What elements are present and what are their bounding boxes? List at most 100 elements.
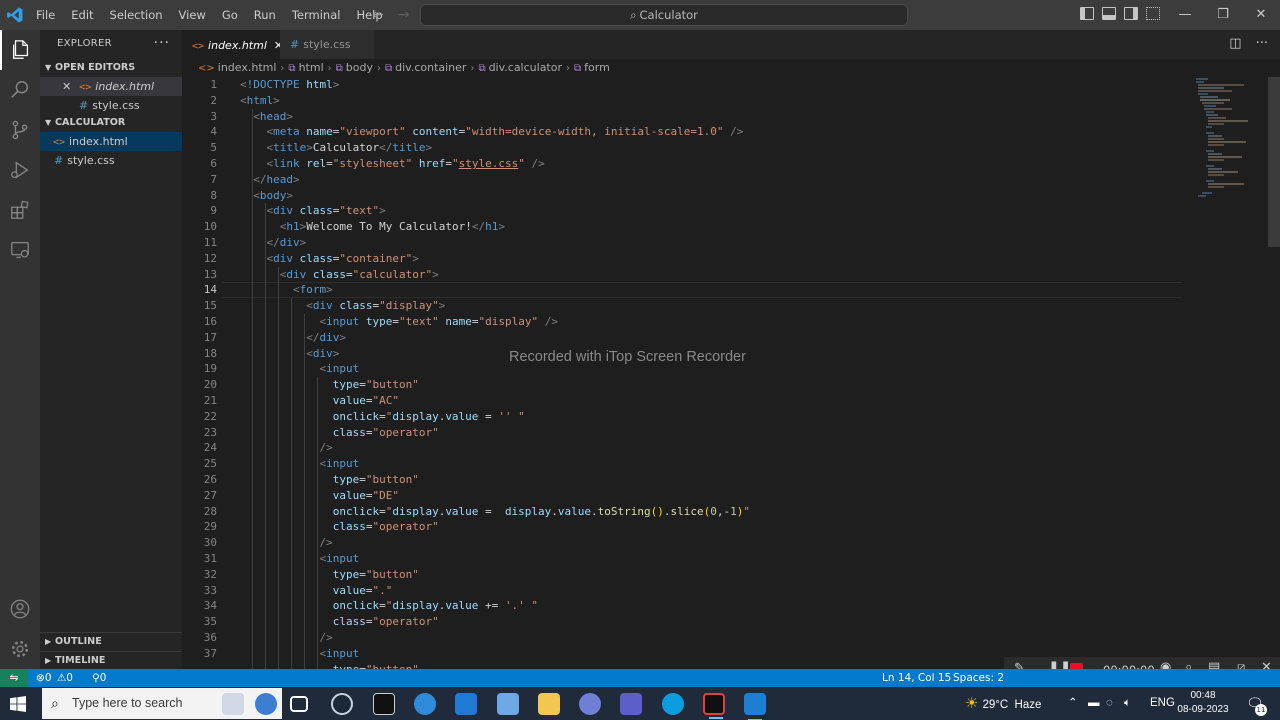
file-explorer-icon[interactable] [538, 693, 560, 715]
indentation[interactable]: Spaces: 2 [953, 669, 1004, 687]
open-editor-index-html[interactable]: ✕ <> index.html [40, 77, 182, 96]
breadcrumb-item[interactable]: body [346, 61, 373, 74]
command-center-search[interactable]: ⌕ Calculator [420, 4, 908, 26]
scrollbar-thumb[interactable] [1268, 77, 1280, 247]
open-editor-style-css[interactable]: # style.css [40, 96, 182, 115]
menu-file[interactable]: File [28, 0, 63, 30]
line-number-gutter: 1 2 3 4 5 6 7 8 9 10 11 12 13 14 15 16 17 18 19 20 21 22 23 24 2… [182, 77, 222, 669]
copilot-icon[interactable] [255, 693, 277, 715]
app-icon[interactable] [579, 693, 601, 715]
chevron-right-icon: ▶ [45, 637, 52, 646]
vscode-taskbar-icon[interactable] [744, 693, 766, 720]
paint-icon[interactable] [497, 693, 519, 715]
taskbar-search-placeholder: Type here to search [72, 696, 183, 710]
steam-icon[interactable] [331, 693, 353, 715]
editor-scrollbar[interactable] [1268, 77, 1280, 669]
line-number: 6 [210, 157, 217, 170]
breadcrumb-item[interactable]: index.html [218, 61, 277, 74]
explorer-title: EXPLORER [57, 38, 112, 49]
menu-selection[interactable]: Selection [102, 0, 171, 30]
file-index-html[interactable]: <> index.html [40, 132, 182, 151]
code-area[interactable]: <!DOCTYPE html> <html> <head> <meta name… [240, 77, 1190, 678]
cursor-position[interactable]: Ln 14, Col 15 [882, 669, 951, 687]
code-line: <div> [306, 346, 340, 360]
code-editor[interactable]: 1 2 3 4 5 6 7 8 9 10 11 12 13 14 15 16 17 18 19 20 21 22 23 24 2… [182, 77, 1280, 678]
tab-style-css[interactable]: # style.css [280, 30, 374, 59]
explorer-activity[interactable] [0, 30, 40, 70]
tray-overflow-icon[interactable]: ⌃ [1068, 687, 1078, 720]
run-debug-activity[interactable] [0, 150, 40, 190]
search-highlight-icon[interactable] [222, 693, 244, 715]
menu-view[interactable]: View [171, 0, 214, 30]
extensions-activity[interactable] [0, 190, 40, 230]
line-number: 13 [203, 267, 217, 281]
line-number: 28 [203, 504, 217, 518]
minimize-icon[interactable]: — [1166, 0, 1204, 30]
menu-edit[interactable]: Edit [63, 0, 101, 30]
chevron-down-icon: ▼ [45, 63, 52, 72]
problems-indicator[interactable]: ⊗0 ⚠0 [36, 669, 73, 687]
timeline-label: TIMELINE [55, 655, 106, 666]
remote-explorer-activity[interactable] [0, 230, 40, 270]
menu-bar: File Edit Selection View Go Run Terminal… [28, 0, 391, 30]
mail-icon[interactable] [455, 693, 477, 715]
teams-icon[interactable] [620, 693, 642, 715]
back-arrow-icon[interactable]: ← [372, 7, 384, 23]
menu-go[interactable]: Go [214, 0, 246, 30]
error-count: 0 [44, 672, 52, 684]
source-control-activity[interactable] [0, 110, 40, 150]
code-line: </div> [266, 236, 307, 249]
more-actions-icon[interactable]: ··· [1256, 36, 1268, 51]
tab-index-html[interactable]: <> index.html ✕ [182, 30, 283, 59]
calculator-folder-section[interactable]: ▼ CALCULATOR [40, 114, 182, 132]
outline-section[interactable]: ▶ OUTLINE [40, 632, 182, 650]
skype-icon[interactable] [662, 693, 684, 715]
breadcrumb-item[interactable]: html [299, 61, 324, 74]
line-number: 22 [203, 409, 217, 423]
code-line: value="." [332, 583, 393, 597]
edge-browser-icon[interactable] [414, 693, 436, 715]
volume-icon[interactable]: 🔈︎ [1124, 687, 1131, 720]
close-window-icon[interactable]: ✕ [1242, 0, 1280, 30]
element-icon: ⧉ [478, 63, 486, 74]
taskbar-search-box[interactable]: ⌕ Type here to search [42, 688, 282, 719]
forward-arrow-icon[interactable]: → [398, 7, 410, 23]
split-editor-icon[interactable]: ◫ [1229, 36, 1241, 51]
timeline-section[interactable]: ▶ TIMELINE [40, 651, 182, 669]
line-number: 23 [203, 425, 217, 439]
system-clock[interactable]: 00:48 08-09-2023 [1172, 689, 1234, 717]
weather-widget[interactable]: ☀ 29°C Haze [965, 687, 1041, 720]
breadcrumb-item[interactable]: div.container [395, 61, 466, 74]
accounts-activity[interactable] [0, 589, 40, 629]
breadcrumb-item[interactable]: div.calculator [489, 61, 562, 74]
code-line: onclick="display.value = '' " [332, 409, 525, 423]
manage-activity[interactable] [0, 629, 40, 669]
screen-recorder-icon[interactable] [703, 693, 725, 719]
network-icon[interactable]: ◌ [1106, 687, 1113, 720]
open-editor-label: index.html [95, 80, 155, 93]
search-activity[interactable] [0, 70, 40, 110]
epic-games-icon[interactable] [373, 693, 395, 715]
close-icon[interactable]: ✕ [62, 80, 71, 93]
menu-run[interactable]: Run [246, 0, 284, 30]
toggle-secondary-sidebar-icon[interactable] [1124, 7, 1138, 20]
minimap[interactable] [1194, 77, 1270, 207]
menu-terminal[interactable]: Terminal [284, 0, 349, 30]
tray-icon[interactable]: ▬ [1088, 687, 1100, 720]
task-view-icon[interactable] [290, 696, 308, 712]
more-actions-icon[interactable]: ··· [154, 35, 170, 51]
restore-icon[interactable]: ❐ [1204, 0, 1242, 30]
windows-start-icon[interactable] [10, 696, 26, 712]
toggle-panel-icon[interactable] [1102, 7, 1116, 20]
customize-layout-icon[interactable] [1146, 7, 1160, 20]
sun-icon: ☀ [965, 695, 979, 712]
ports-indicator[interactable]: ⚲0 [92, 669, 106, 687]
toggle-primary-sidebar-icon[interactable] [1080, 7, 1094, 20]
remote-indicator-icon[interactable]: ⇋ [0, 669, 28, 687]
line-number: 37 [203, 646, 217, 660]
breadcrumb-item[interactable]: form [584, 61, 610, 74]
open-editors-section[interactable]: ▼ OPEN EDITORS [40, 59, 182, 77]
file-style-css[interactable]: # style.css [40, 151, 182, 170]
line-number: 27 [203, 488, 217, 502]
code-line: <!DOCTYPE html> [240, 78, 340, 91]
